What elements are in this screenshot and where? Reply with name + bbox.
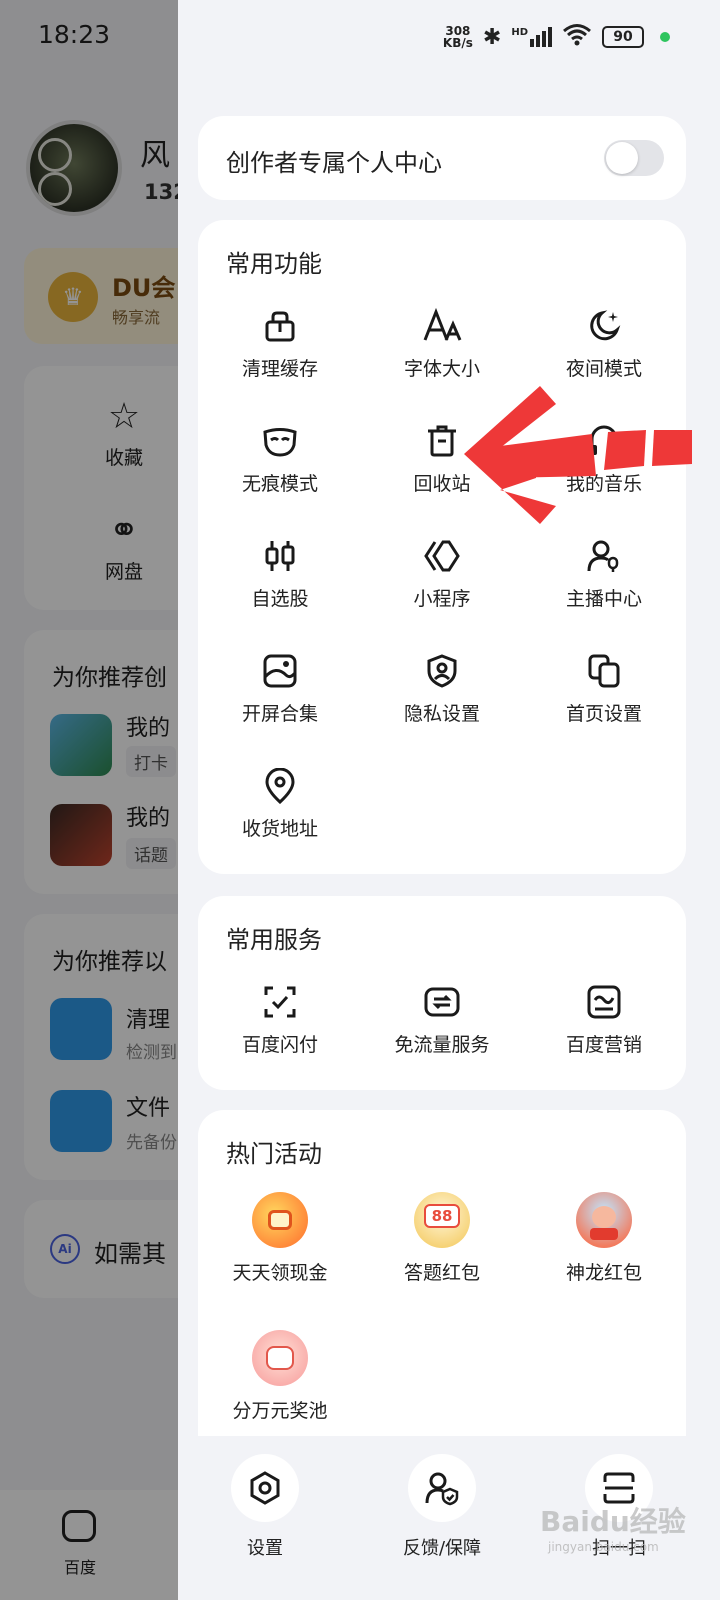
- privacy-indicator-dot: [660, 32, 670, 42]
- location-pin-icon: [265, 768, 295, 804]
- splash-collection-icon: [263, 654, 297, 688]
- quiz-red-packet-button[interactable]: 88 答题红包: [367, 1192, 517, 1285]
- font-size-button[interactable]: 字体大小: [367, 308, 517, 381]
- baidu-marketing-button[interactable]: 百度营销: [529, 984, 679, 1057]
- signal-icon: HD: [511, 27, 552, 47]
- font-size-icon: [423, 308, 462, 341]
- stocks-button[interactable]: 自选股: [205, 538, 355, 611]
- marketing-icon: [587, 985, 621, 1019]
- common-services-title: 常用服务: [226, 926, 322, 954]
- daily-cash-button[interactable]: 天天领现金: [205, 1192, 355, 1285]
- common-functions-title: 常用功能: [226, 250, 322, 278]
- clean-cache-button[interactable]: 清理缓存: [205, 308, 355, 381]
- stock-candlestick-icon: [265, 541, 295, 571]
- privacy-shield-icon: [427, 654, 457, 688]
- quick-pay-button[interactable]: 百度闪付: [205, 984, 355, 1057]
- mini-program-icon: [424, 540, 460, 572]
- side-drawer: 308 KB/s ✱ HD 90 创作者专属个人中心 常用功能 清理缓存 字体大…: [178, 0, 720, 1600]
- prize-pool-button[interactable]: 分万元奖池: [205, 1330, 355, 1423]
- splash-collection-button[interactable]: 开屏合集: [205, 653, 355, 726]
- night-mode-button[interactable]: 夜间模式: [529, 308, 679, 381]
- creator-center-toggle[interactable]: [604, 140, 664, 176]
- watermark-url: jingyan.baidu.com: [548, 1540, 659, 1554]
- prize-pool-icon: [252, 1330, 308, 1386]
- music-icon: [590, 425, 618, 455]
- my-music-button[interactable]: 我的音乐: [529, 423, 679, 496]
- free-data-icon: [424, 987, 460, 1017]
- privacy-settings-button[interactable]: 隐私设置: [367, 653, 517, 726]
- creator-center-card: 创作者专属个人中心: [198, 116, 686, 200]
- homepage-settings-icon: [588, 654, 620, 688]
- hot-activities-title: 热门活动: [226, 1140, 322, 1168]
- wifi-icon: [562, 22, 592, 52]
- common-functions-card: 常用功能 清理缓存 字体大小 夜间模式 无痕模式 回收站 我的音乐 自选股 小程…: [198, 220, 686, 874]
- free-data-button[interactable]: 免流量服务: [367, 984, 517, 1057]
- trash-bin-icon: [428, 425, 456, 457]
- streamer-center-button[interactable]: 主播中心: [529, 538, 679, 611]
- baidu-jingyan-watermark: Baidu经验: [540, 1505, 686, 1538]
- status-icons: 308 KB/s ✱ HD 90: [443, 22, 670, 52]
- battery-icon: 90: [602, 26, 644, 48]
- dragon-red-packet-button[interactable]: 神龙红包: [529, 1192, 679, 1285]
- creator-center-label: 创作者专属个人中心: [226, 149, 442, 177]
- feedback-button[interactable]: 反馈/保障: [382, 1454, 502, 1560]
- streamer-center-icon: [587, 540, 619, 572]
- homepage-settings-button[interactable]: 首页设置: [529, 653, 679, 726]
- quiz-red-packet-icon: 88: [414, 1192, 470, 1248]
- settings-hexagon-icon: [250, 1471, 280, 1505]
- dragon-red-packet-icon: [576, 1192, 632, 1248]
- quick-pay-icon: [264, 986, 296, 1018]
- incognito-mask-icon: [263, 428, 297, 457]
- recycle-bin-button[interactable]: 回收站: [367, 423, 517, 496]
- toggle-knob: [606, 142, 638, 174]
- incognito-mode-button[interactable]: 无痕模式: [205, 423, 355, 496]
- feedback-shield-icon: [425, 1472, 459, 1506]
- night-mode-icon: [590, 310, 621, 341]
- hot-activities-card: 热门活动 天天领现金 88 答题红包 神龙红包 分万元奖池: [198, 1110, 686, 1470]
- daily-cash-icon: [252, 1192, 308, 1248]
- shipping-address-button[interactable]: 收货地址: [205, 768, 355, 841]
- common-services-card: 常用服务 百度闪付 免流量服务 百度营销: [198, 896, 686, 1090]
- network-speed: 308 KB/s: [442, 24, 473, 50]
- clean-cache-icon: [265, 311, 295, 342]
- settings-button[interactable]: 设置: [205, 1454, 325, 1560]
- bluetooth-icon: ✱: [482, 24, 502, 50]
- mini-program-button[interactable]: 小程序: [367, 538, 517, 611]
